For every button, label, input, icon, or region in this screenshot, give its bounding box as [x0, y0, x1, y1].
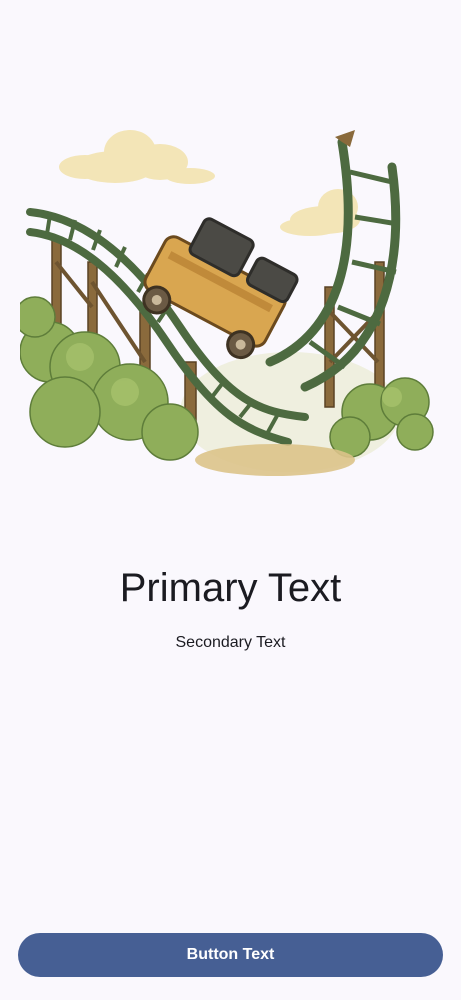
secondary-text: Secondary Text — [175, 634, 286, 651]
broken-roller-coaster-illustration — [20, 130, 434, 476]
cloud-icon — [59, 130, 215, 184]
roller-coaster-cart-icon — [142, 217, 299, 360]
primary-action-button[interactable]: Button Text — [18, 933, 443, 977]
empty-state-screen: Primary Text Secondary Text Button Text — [0, 0, 461, 1000]
primary-text: Primary Text — [119, 566, 342, 610]
bush-icon — [20, 296, 199, 461]
